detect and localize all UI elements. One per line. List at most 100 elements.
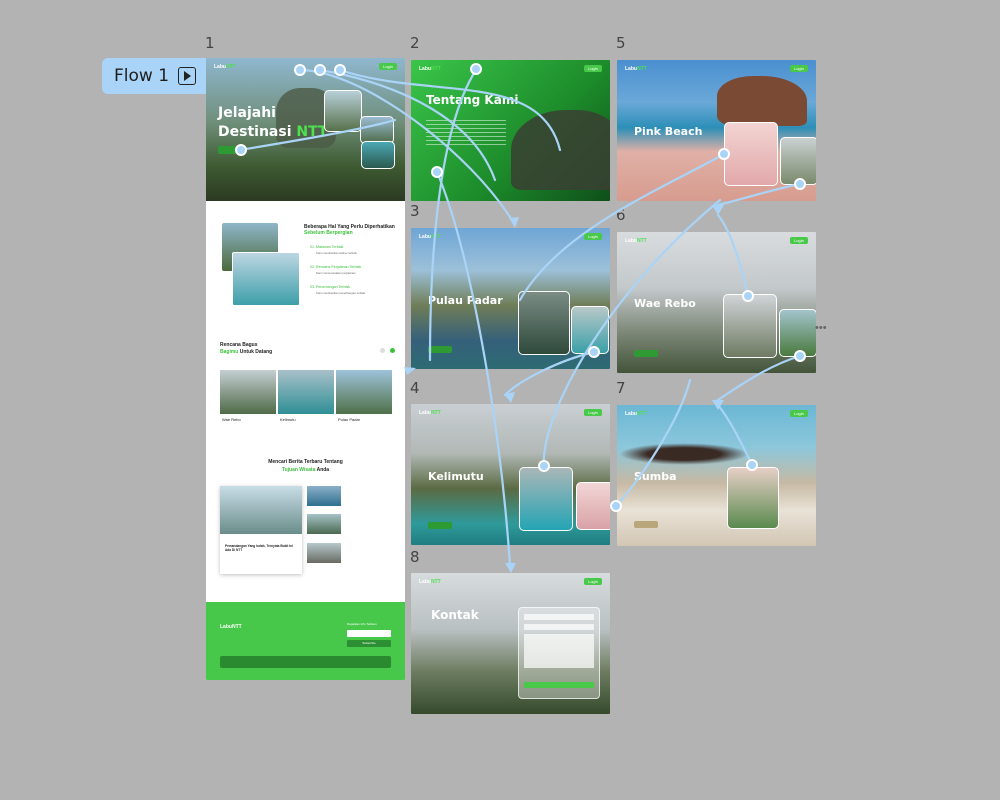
contact-form[interactable] bbox=[518, 607, 600, 699]
logo[interactable]: LabuNTT bbox=[419, 66, 441, 72]
frame-number-4: 4 bbox=[410, 379, 420, 397]
message-field[interactable] bbox=[524, 634, 594, 668]
image-card-1[interactable] bbox=[518, 291, 570, 355]
logo[interactable]: LabuNTT bbox=[419, 234, 441, 240]
email-field[interactable] bbox=[347, 630, 391, 637]
hero-card-1[interactable] bbox=[324, 90, 362, 132]
login-button[interactable]: Login bbox=[584, 578, 602, 585]
komodo-shape bbox=[511, 110, 610, 190]
frame-wae-rebo[interactable]: LabuNTT Login Wae Rebo bbox=[617, 232, 816, 373]
image-card-1[interactable] bbox=[519, 467, 573, 531]
login-button[interactable]: Login bbox=[584, 409, 602, 416]
frame-padar[interactable]: LabuNTT Login Pulau Padar bbox=[411, 228, 610, 369]
name-field[interactable] bbox=[524, 614, 594, 620]
news-title: Mencari Berita Terbaru Tentang Tujuan Wis… bbox=[268, 459, 343, 473]
hotspot-tentang-nav[interactable] bbox=[470, 63, 482, 75]
login-button[interactable]: Login bbox=[584, 65, 602, 72]
flow-starting-point[interactable]: Flow 1 bbox=[102, 58, 206, 94]
page-title: Kelimutu bbox=[428, 470, 484, 483]
logo[interactable]: LabuNTT bbox=[214, 64, 236, 70]
kelimutu-nav: LabuNTT Login bbox=[411, 404, 610, 422]
logo[interactable]: LabuNTT bbox=[625, 66, 647, 72]
hero-card-2[interactable] bbox=[360, 116, 394, 144]
hotspot-nav-2[interactable] bbox=[314, 64, 326, 76]
image-card-1[interactable] bbox=[727, 467, 779, 529]
carousel-prev-button[interactable] bbox=[380, 348, 385, 353]
news-thumb-3[interactable] bbox=[307, 543, 341, 563]
logo[interactable]: LabuNTT bbox=[419, 410, 441, 416]
frame-tentang[interactable]: LabuNTT Login Tentang Kami bbox=[411, 60, 610, 201]
detail-button[interactable] bbox=[428, 522, 452, 529]
footer-news-title: Dapatkan Info Terbaru bbox=[347, 622, 377, 626]
hotspot-sumba-card[interactable] bbox=[746, 459, 758, 471]
place-image-waerebo[interactable] bbox=[220, 370, 276, 414]
footer-logo[interactable]: LabuNTT bbox=[220, 624, 242, 630]
page-title: Sumba bbox=[634, 470, 677, 483]
hotspot-waerebo-card-2[interactable] bbox=[794, 350, 806, 362]
hotspot-nav-1[interactable] bbox=[294, 64, 306, 76]
about-paragraph bbox=[426, 120, 506, 148]
hotspot-tentang-body[interactable] bbox=[431, 166, 443, 178]
page-title: Tentang Kami bbox=[426, 93, 519, 107]
frame-number-7: 7 bbox=[616, 379, 626, 397]
hotspot-sumba-left[interactable] bbox=[610, 500, 622, 512]
detail-button[interactable] bbox=[634, 350, 658, 357]
news-thumb-2[interactable] bbox=[307, 514, 341, 534]
footer: LabuNTT Dapatkan Info Terbaru Subscribe bbox=[206, 602, 405, 680]
login-button[interactable]: Login bbox=[790, 65, 808, 72]
page-title: Wae Rebo bbox=[634, 297, 696, 310]
news-main-card[interactable]: Pemandangan Yang Indah, Ternyata Bukit I… bbox=[220, 486, 302, 574]
send-button[interactable] bbox=[524, 682, 594, 688]
place-name-kelimutu: Kelimutu bbox=[280, 417, 296, 422]
frame-number-2: 2 bbox=[410, 34, 420, 52]
hotspot-padar-card[interactable] bbox=[588, 346, 600, 358]
login-button[interactable]: Login bbox=[584, 233, 602, 240]
place-name-waerebo: Wae Rebo bbox=[222, 417, 241, 422]
padar-nav: LabuNTT Login bbox=[411, 228, 610, 246]
image-card-1[interactable] bbox=[724, 122, 778, 186]
detail-button[interactable] bbox=[428, 346, 452, 353]
place-name-padar: Pulau Padar bbox=[338, 417, 361, 422]
place-image-padar[interactable] bbox=[336, 370, 392, 414]
logo[interactable]: LabuNTT bbox=[625, 411, 647, 417]
hotspot-waerebo-card[interactable] bbox=[742, 290, 754, 302]
frame-pink-beach[interactable]: LabuNTT Login Pink Beach bbox=[617, 60, 816, 201]
waerebo-nav: LabuNTT Login bbox=[617, 232, 816, 250]
sumba-nav: LabuNTT Login bbox=[617, 405, 816, 423]
tip-title-2: 02. Rencana Perjalanan Terbaik bbox=[310, 265, 362, 269]
more-menu-icon[interactable]: ••• bbox=[815, 322, 827, 334]
frame-kelimutu[interactable]: LabuNTT Login Kelimutu bbox=[411, 404, 610, 545]
news-main-image bbox=[220, 486, 302, 534]
hotspot-pink-card[interactable] bbox=[718, 148, 730, 160]
section-image-2 bbox=[232, 252, 300, 306]
carousel-next-button[interactable] bbox=[390, 348, 395, 353]
detail-button[interactable] bbox=[634, 521, 658, 528]
hotspot-hero-button[interactable] bbox=[235, 144, 247, 156]
news-main-title: Pemandangan Yang Indah, Ternyata Bukit I… bbox=[225, 544, 293, 552]
frame-number-6: 6 bbox=[616, 206, 626, 224]
plan-title: Rencana Bagus Bagimu Untuk Datang bbox=[220, 342, 273, 355]
page-title: Kontak bbox=[431, 608, 479, 622]
frame-kontak[interactable]: LabuNTT Login Kontak bbox=[411, 573, 610, 714]
frame-sumba[interactable]: LabuNTT Login Sumba bbox=[617, 405, 816, 546]
frame-number-8: 8 bbox=[410, 548, 420, 566]
hotspot-nav-3[interactable] bbox=[334, 64, 346, 76]
logo[interactable]: LabuNTT bbox=[625, 238, 647, 244]
frame-number-3: 3 bbox=[410, 202, 420, 220]
email-field[interactable] bbox=[524, 624, 594, 630]
horses-shape bbox=[619, 443, 749, 465]
hotspot-pink-card-2[interactable] bbox=[794, 178, 806, 190]
place-image-kelimutu[interactable] bbox=[278, 370, 334, 414]
tip-desc-1: Kami memberikan kuliner terbaik bbox=[316, 251, 357, 255]
login-button[interactable]: Login bbox=[790, 410, 808, 417]
hero-card-3[interactable] bbox=[361, 141, 395, 169]
hotspot-kelimutu-card[interactable] bbox=[538, 460, 550, 472]
image-card-1[interactable] bbox=[723, 294, 777, 358]
subscribe-button[interactable]: Subscribe bbox=[347, 640, 391, 647]
login-button[interactable]: Login bbox=[790, 237, 808, 244]
play-icon[interactable] bbox=[178, 67, 196, 85]
logo[interactable]: LabuNTT bbox=[419, 579, 441, 585]
image-card-2[interactable] bbox=[576, 482, 610, 530]
news-thumb-1[interactable] bbox=[307, 486, 341, 506]
login-button[interactable]: Login bbox=[379, 63, 397, 70]
